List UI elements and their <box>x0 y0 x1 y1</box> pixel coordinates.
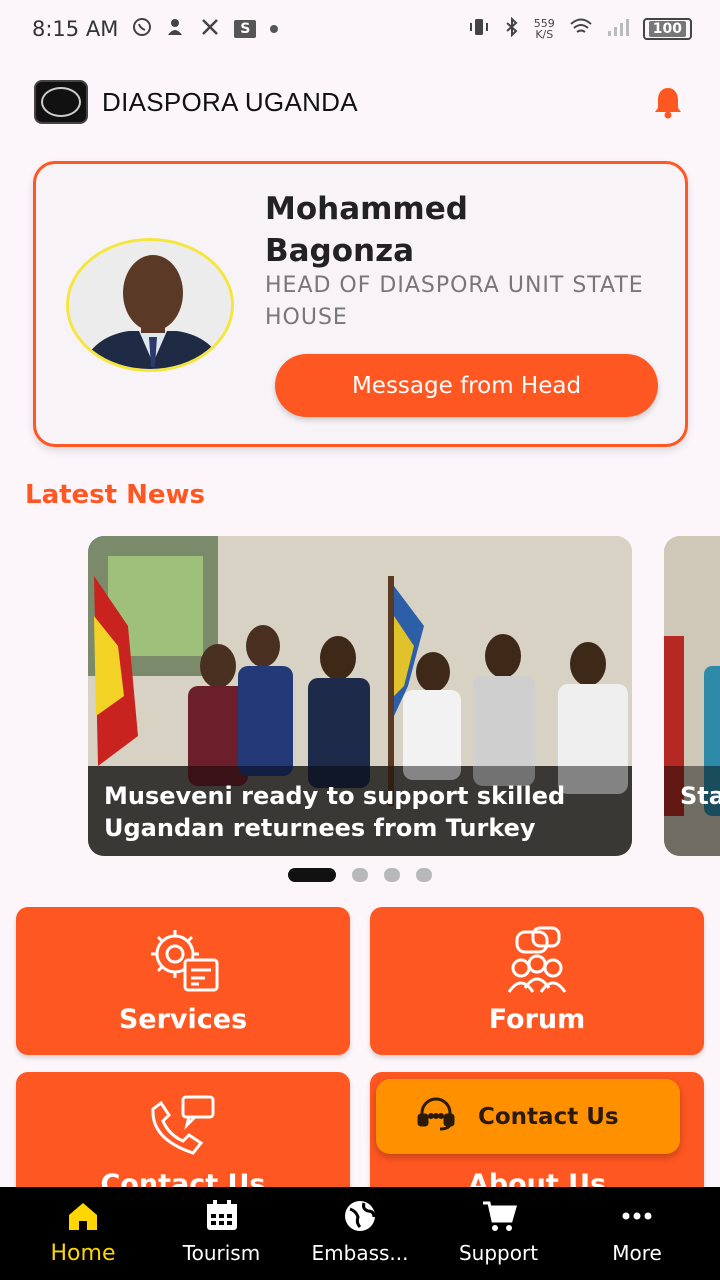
nav-tourism-label: Tourism <box>182 1241 261 1265</box>
head-name: Mohammed Bagonza <box>265 191 468 269</box>
battery-icon: 100 <box>642 18 692 40</box>
services-gear-icon <box>143 926 223 998</box>
status-bar: 8:15 AM S 559 K/S 100 <box>0 0 720 58</box>
news-card[interactable]: Museveni ready to support skilled Uganda… <box>88 536 632 856</box>
latest-news-title: Latest News <box>25 480 206 510</box>
nav-more-label: More <box>612 1241 662 1265</box>
app-logo <box>34 80 88 124</box>
nav-more[interactable]: More <box>572 1199 702 1280</box>
more-dots-icon <box>619 1199 655 1237</box>
whatsapp-icon <box>132 17 152 42</box>
forum-label: Forum <box>488 1004 586 1035</box>
head-avatar <box>66 238 234 372</box>
nav-embassies[interactable]: Embass... <box>295 1199 425 1280</box>
nav-home-label: Home <box>50 1241 116 1266</box>
calendar-icon <box>204 1199 240 1237</box>
carousel-dot[interactable] <box>416 868 432 882</box>
network-speed-unit: K/S <box>535 28 554 41</box>
carousel-dot-active[interactable] <box>288 868 336 882</box>
vibrate-icon <box>468 17 490 42</box>
network-speed: 559 K/S <box>534 18 555 40</box>
status-time: 8:15 AM <box>32 17 119 41</box>
signal-icon <box>607 17 629 42</box>
news-caption: Museveni ready to support skilled Uganda… <box>88 766 632 856</box>
contact-us-fab[interactable]: Contact Us <box>376 1079 680 1154</box>
head-role: HEAD OF DIASPORA UNIT STATE HOUSE <box>265 273 644 330</box>
forum-tile[interactable]: Forum <box>370 907 704 1055</box>
services-label: Services <box>118 1004 248 1035</box>
contact-us-fab-label: Contact Us <box>478 1103 619 1130</box>
bottom-navigation: Home Tourism Embass... Support More <box>0 1187 720 1280</box>
carousel-indicator <box>288 868 432 882</box>
cart-icon <box>481 1199 517 1237</box>
carousel-dot[interactable] <box>384 868 400 882</box>
app-title: DIASPORA UGANDA <box>102 86 358 117</box>
globe-icon <box>342 1199 378 1237</box>
battery-level: 100 <box>648 21 686 37</box>
message-from-head-button[interactable]: Message from Head <box>275 354 658 417</box>
carousel-dot[interactable] <box>352 868 368 882</box>
nav-home[interactable]: Home <box>18 1199 148 1280</box>
nav-embassies-label: Embass... <box>311 1241 409 1265</box>
news-caption-next: Sta dis <box>664 766 720 856</box>
services-tile[interactable]: Services <box>16 907 350 1055</box>
news-card-next[interactable]: Sta dis <box>664 536 720 856</box>
more-notifications-dot <box>270 25 279 33</box>
nav-support-label: Support <box>458 1241 539 1265</box>
s-app-icon: S <box>234 20 257 38</box>
status-left: 8:15 AM S <box>32 17 279 42</box>
bluetooth-icon <box>504 16 520 42</box>
nav-support[interactable]: Support <box>434 1199 564 1280</box>
home-icon <box>65 1199 101 1237</box>
notification-bell-icon[interactable] <box>650 84 686 120</box>
app-header: DIASPORA UGANDA <box>0 70 720 134</box>
x-icon <box>200 17 220 42</box>
headset-icon <box>416 1097 456 1137</box>
phone-chat-icon <box>143 1091 223 1163</box>
news-carousel[interactable]: Museveni ready to support skilled Uganda… <box>0 536 720 856</box>
status-right: 559 K/S 100 <box>468 16 692 42</box>
head-profile-card: Mohammed Bagonza HEAD OF DIASPORA UNIT S… <box>33 161 688 447</box>
wifi-icon <box>569 17 593 42</box>
person-add-icon <box>166 17 186 42</box>
forum-people-icon <box>497 926 577 998</box>
nav-tourism[interactable]: Tourism <box>157 1199 287 1280</box>
